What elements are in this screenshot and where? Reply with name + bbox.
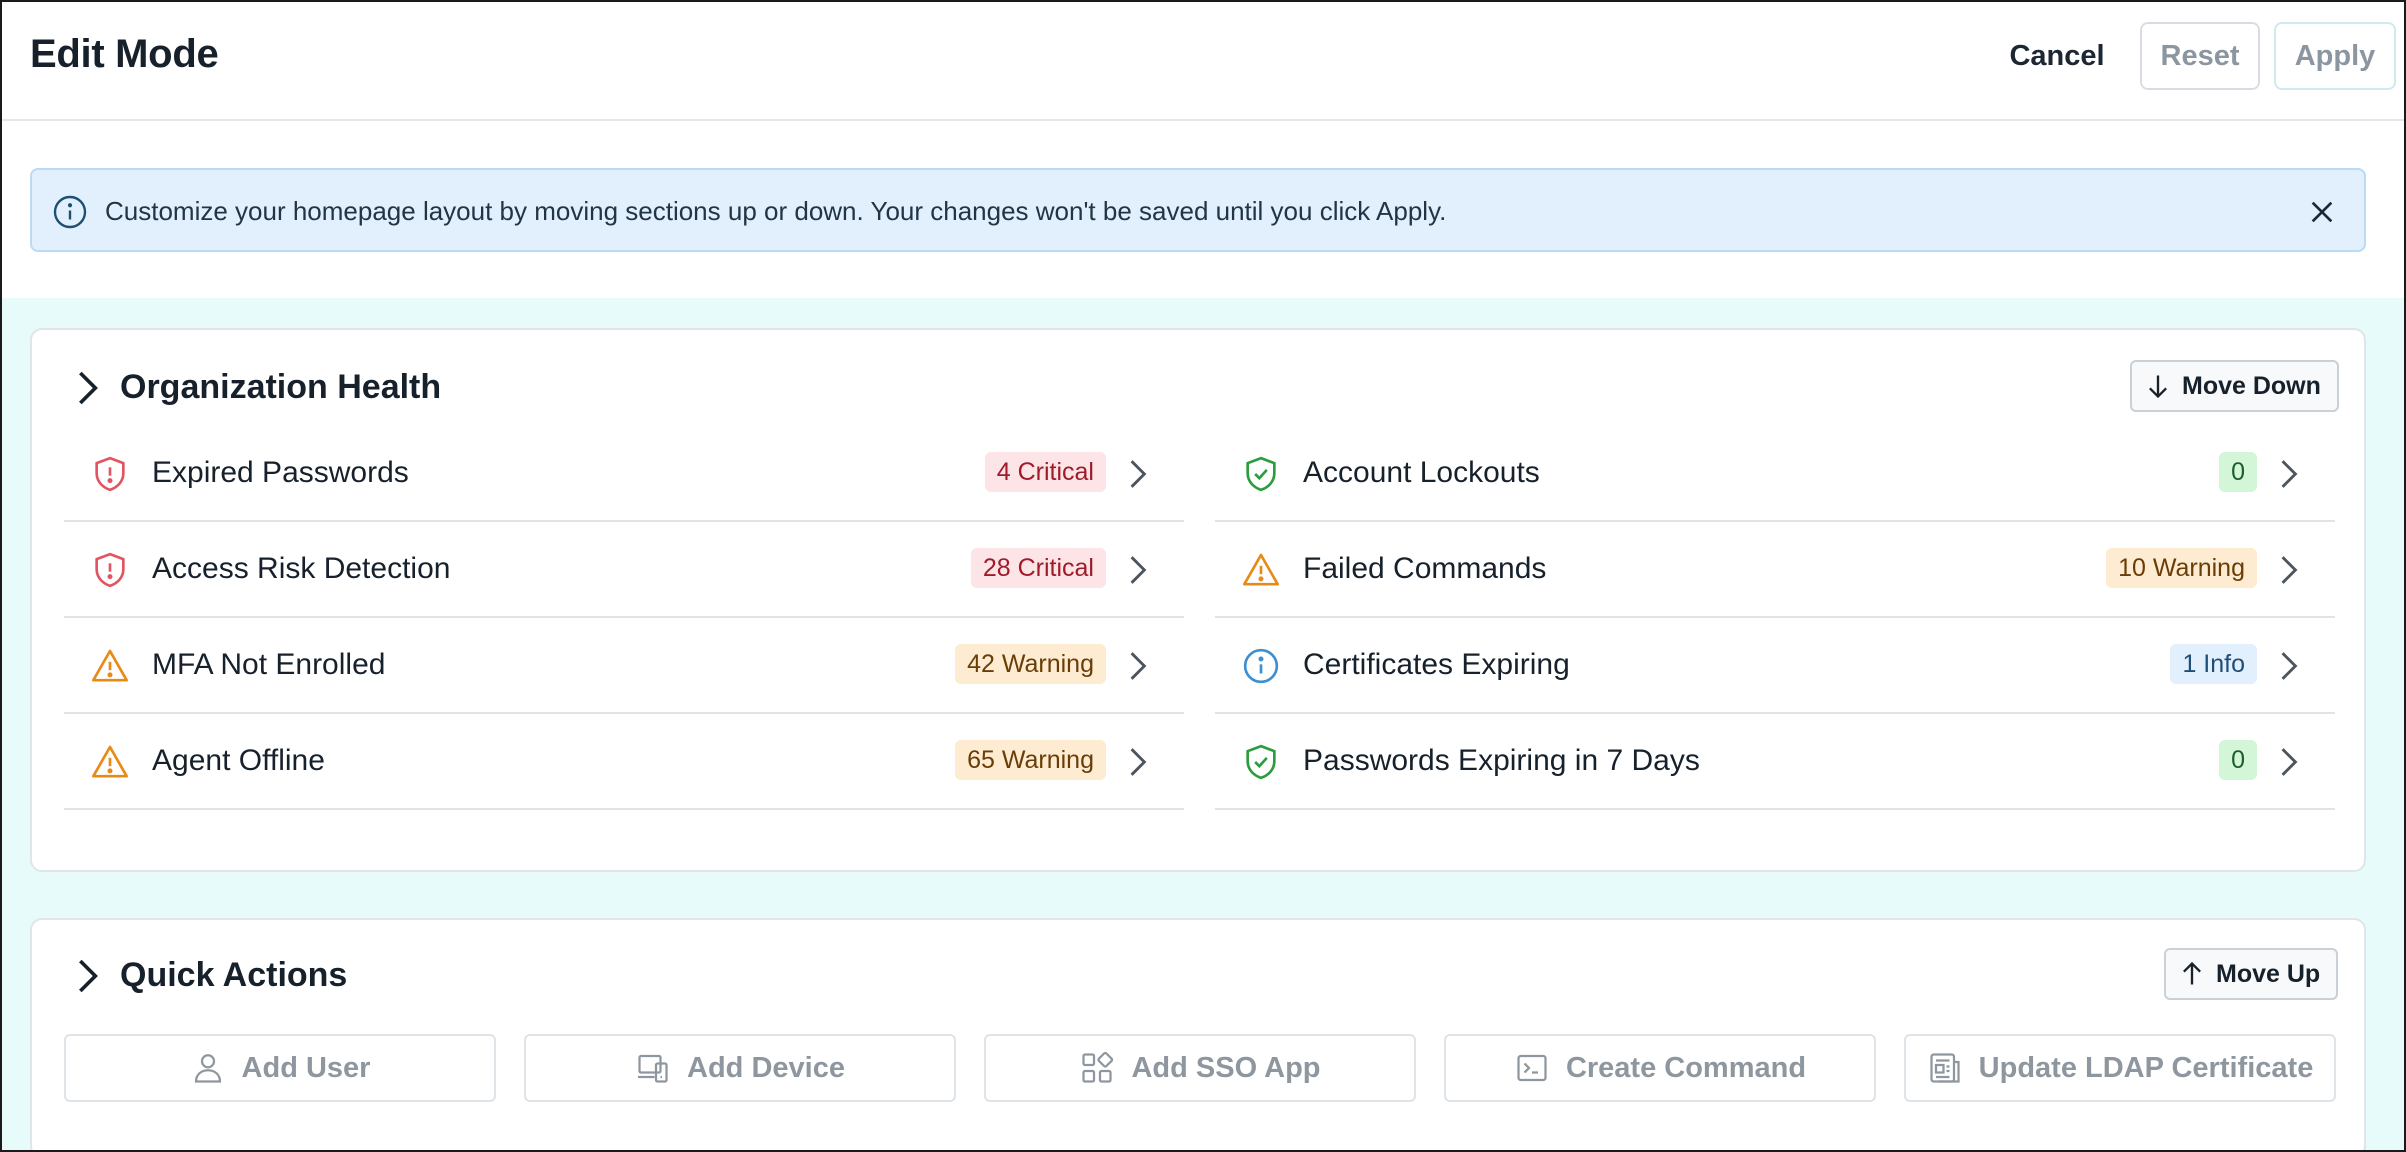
reset-button[interactable]: Reset — [2140, 22, 2260, 90]
health-row[interactable]: Failed Commands 10 Warning — [1215, 522, 2335, 618]
health-row[interactable]: Certificates Expiring 1 Info — [1215, 618, 2335, 714]
update-ldap-certificate-button[interactable]: Update LDAP Certificate — [1904, 1034, 2336, 1102]
close-icon[interactable] — [2306, 196, 2338, 228]
health-row[interactable]: MFA Not Enrolled 42 Warning — [64, 618, 1184, 714]
health-row[interactable]: Account Lockouts 0 — [1215, 426, 2335, 522]
info-icon — [53, 195, 87, 229]
add-device-button[interactable]: Add Device — [524, 1034, 956, 1102]
health-row-label: MFA Not Enrolled — [152, 648, 386, 681]
section-title: Organization Health — [120, 368, 442, 406]
quick-action-label: Update LDAP Certificate — [1978, 1051, 2314, 1084]
status-badge: 4 Critical — [984, 452, 1106, 492]
quick-action-label: Add User — [241, 1051, 371, 1084]
create-command-button[interactable]: Create Command — [1444, 1034, 1876, 1102]
user-icon — [190, 1050, 226, 1086]
health-row-label: Agent Offline — [152, 744, 325, 777]
warning-triangle-icon — [90, 646, 130, 686]
chevron-right-icon — [1128, 458, 1148, 490]
banner-message: Customize your homepage layout by moving… — [105, 196, 1447, 226]
shield-check-icon — [1241, 742, 1281, 782]
status-badge: 0 — [2219, 740, 2257, 780]
health-row-label: Access Risk Detection — [152, 552, 451, 585]
section-title: Quick Actions — [120, 956, 348, 994]
chevron-right-icon — [2279, 554, 2299, 586]
quick-actions-buttons: Add User Add Device Add SSO App Create Comm… — [64, 1034, 2336, 1102]
shield-check-icon — [1241, 454, 1281, 494]
quick-actions-section: Quick Actions Move Up Add User Add Device… — [30, 918, 2366, 1150]
device-icon — [635, 1050, 671, 1086]
chevron-right-icon — [1128, 650, 1148, 682]
certificate-icon — [1927, 1050, 1963, 1086]
chevron-right-icon — [2279, 458, 2299, 490]
add-sso-app-button[interactable]: Add SSO App — [984, 1034, 1416, 1102]
health-row[interactable]: Passwords Expiring in 7 Days 0 — [1215, 714, 2335, 810]
chevron-right-icon — [1128, 554, 1148, 586]
chevron-right-icon — [2279, 746, 2299, 778]
add-user-button[interactable]: Add User — [64, 1034, 496, 1102]
quick-action-label: Create Command — [1565, 1051, 1807, 1084]
edit-area: Organization Health Move Down Expired Pa… — [2, 298, 2404, 1150]
shield-alert-icon — [90, 550, 130, 590]
status-badge: 10 Warning — [2106, 548, 2257, 588]
health-column-left: Expired Passwords 4 Critical Access Risk D… — [64, 426, 1184, 810]
shield-alert-icon — [90, 454, 130, 494]
chevron-right-icon — [2279, 650, 2299, 682]
warning-triangle-icon — [1241, 550, 1281, 590]
status-badge: 42 Warning — [955, 644, 1106, 684]
health-row[interactable]: Expired Passwords 4 Critical — [64, 426, 1184, 522]
arrow-down-icon — [2149, 375, 2167, 399]
health-row-label: Failed Commands — [1303, 552, 1547, 585]
status-badge: 28 Critical — [970, 548, 1106, 588]
health-column-right: Account Lockouts 0 Failed Commands 10 Warni… — [1215, 426, 2335, 810]
quick-action-label: Add SSO App — [1131, 1051, 1321, 1084]
chevron-right-icon[interactable] — [72, 956, 102, 996]
chevron-right-icon[interactable] — [72, 368, 102, 408]
status-badge: 1 Info — [2170, 644, 2257, 684]
move-up-button[interactable]: Move Up — [2164, 948, 2339, 1000]
move-down-label: Move Down — [2182, 371, 2321, 400]
apply-button[interactable]: Apply — [2274, 22, 2396, 90]
warning-triangle-icon — [90, 742, 130, 782]
edit-mode-page: Edit Mode Cancel Reset Apply Customize y… — [0, 0, 2406, 1152]
status-badge: 65 Warning — [955, 740, 1106, 780]
status-badge: 0 — [2219, 452, 2257, 492]
health-row[interactable]: Access Risk Detection 28 Critical — [64, 522, 1184, 618]
apps-grid-icon — [1079, 1050, 1115, 1086]
health-row-label: Account Lockouts — [1303, 456, 1540, 489]
arrow-up-icon — [2183, 961, 2201, 985]
organization-health-section: Organization Health Move Down Expired Pa… — [30, 328, 2366, 872]
health-row[interactable]: Agent Offline 65 Warning — [64, 714, 1184, 810]
quick-action-label: Add Device — [687, 1051, 845, 1084]
move-up-label: Move Up — [2216, 959, 2321, 988]
chevron-right-icon — [1128, 746, 1148, 778]
cancel-button[interactable]: Cancel — [1992, 22, 2122, 90]
health-row-label: Expired Passwords — [152, 456, 409, 489]
info-banner: Customize your homepage layout by moving… — [30, 168, 2366, 252]
move-down-button[interactable]: Move Down — [2130, 360, 2339, 412]
page-title: Edit Mode — [30, 32, 219, 76]
health-row-label: Passwords Expiring in 7 Days — [1303, 744, 1700, 777]
terminal-icon — [1514, 1050, 1550, 1086]
info-circle-icon — [1241, 646, 1281, 686]
page-header: Edit Mode Cancel Reset Apply — [2, 2, 2404, 121]
health-row-label: Certificates Expiring — [1303, 648, 1570, 681]
